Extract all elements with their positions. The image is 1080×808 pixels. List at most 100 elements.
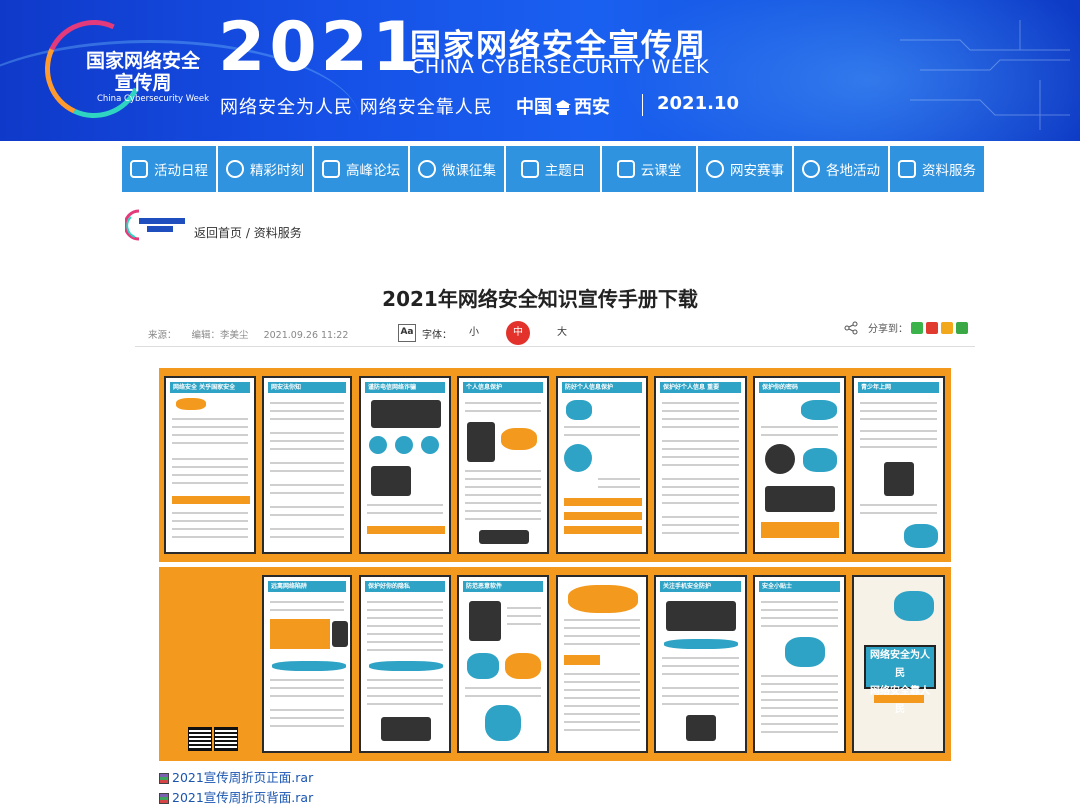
globe-icon (706, 160, 724, 178)
panel-graphic (479, 530, 529, 544)
panel-heading: 网络安全 关乎国家安全 (170, 382, 250, 393)
banner-location: 中国 西安 (516, 93, 610, 119)
panel-graphic (664, 639, 738, 649)
banner-slogan: 网络安全为人民 网络安全靠人民 (220, 97, 493, 118)
font-large-button[interactable]: 大 (550, 321, 574, 345)
nav-item-forum[interactable]: 高峰论坛 (314, 146, 408, 192)
download-item: 2021宣传周折页正面.rar (159, 768, 313, 788)
nav-label: 精彩时刻 (250, 163, 304, 179)
download-list: 2021宣传周折页正面.rar 2021宣传周折页背面.rar (159, 768, 313, 808)
share-icon[interactable] (844, 321, 858, 335)
back-slogan: 网络安全为人民 网络安全靠人民 (864, 645, 936, 715)
brochure-back-image: 远离网络陷阱 保护好你的隐私 防范恶意软件 关注手机安全防护 安全小贴士 网络安… (159, 567, 951, 761)
banner-year: 2021 (218, 8, 424, 87)
source-label: 来源： (148, 330, 177, 341)
brochure-panel (556, 575, 648, 753)
breadcrumb-home-link[interactable]: 返回首页 (194, 226, 242, 240)
panel-graphic (904, 524, 938, 548)
article-meta: 来源： 编辑：李美尘 2021.09.26 11:22 (148, 327, 360, 341)
panel-heading: 防范恶意软件 (463, 581, 543, 592)
panel-graphic (501, 428, 537, 450)
banner-divider (642, 94, 643, 116)
panel-heading: 保护你的密码 (759, 382, 840, 393)
panel-heading: 保护好你的隐私 (365, 581, 445, 592)
panel-graphic (785, 637, 825, 667)
brochure-panel: 谨防电信网络诈骗 (359, 376, 451, 554)
panel-graphic (505, 653, 541, 679)
panel-heading: 谨防电信网络诈骗 (365, 382, 445, 393)
panel-heading: 网安法你知 (268, 382, 346, 393)
brochure-panel: 青少年上网 (852, 376, 945, 554)
panel-graphic (564, 444, 592, 472)
breadcrumb-current-link[interactable]: 资料服务 (254, 226, 302, 240)
brochure-front-image: 网络安全 关乎国家安全 网安法你知 谨防电信网络诈骗 个人信息保护 防好个人信息… (159, 368, 951, 562)
brochure-panel: 网络安全 关乎国家安全 (164, 376, 256, 554)
nav-item-highlights[interactable]: 精彩时刻 (218, 146, 312, 192)
slogan-line1: 网络安全为人民 (870, 650, 930, 679)
brochure-panel: 防好个人信息保护 (556, 376, 648, 554)
circuit-lines-icon (900, 20, 1070, 130)
qr-code-icon (188, 727, 212, 751)
main-nav: 活动日程 精彩时刻 高峰论坛 微课征集 主题日 云课堂 网安赛事 各地活动 资料… (122, 146, 984, 192)
font-medium-button[interactable]: 中 (506, 321, 530, 345)
nav-item-resources[interactable]: 资料服务 (890, 146, 984, 192)
nav-item-local-events[interactable]: 各地活动 (794, 146, 888, 192)
qzone-share-icon[interactable] (941, 321, 953, 334)
panel-graphic (371, 400, 441, 428)
panel-graphic (801, 400, 837, 420)
nav-item-schedule[interactable]: 活动日程 (122, 146, 216, 192)
nav-label: 资料服务 (922, 163, 976, 179)
header-divider (135, 346, 975, 347)
page-title: 2021年网络安全知识宣传手册下载 (382, 287, 698, 311)
font-label: 字体： (422, 329, 452, 341)
brochure-panel: 保护你的密码 (753, 376, 846, 554)
panel-graphic (369, 436, 387, 454)
panel-graphic (176, 398, 206, 410)
download-item: 2021宣传周折页背面.rar (159, 788, 313, 808)
nav-item-cloud-class[interactable]: 云课堂 (602, 146, 696, 192)
chat-icon (322, 160, 340, 178)
lock-icon (520, 160, 539, 178)
nav-item-theme-day[interactable]: 主题日 (506, 146, 600, 192)
panel-graphic (332, 621, 348, 647)
panel-graphic (467, 422, 495, 462)
panel-heading: 远离网络陷阱 (268, 581, 346, 592)
nav-label: 云课堂 (640, 163, 682, 179)
lightbulb-icon (418, 160, 436, 178)
brochure-panel: 个人信息保护 (457, 376, 549, 554)
nav-label: 活动日程 (154, 163, 208, 179)
panel-graphic (765, 486, 835, 512)
clock-icon (226, 160, 244, 178)
panel-graphic (894, 591, 934, 621)
list-icon (898, 160, 916, 178)
weibo-share-icon[interactable] (926, 321, 938, 334)
logo-line1: 国家网络安全 (85, 50, 200, 72)
share-label: 分享到： (868, 324, 908, 335)
panel-graphic (469, 601, 501, 641)
wechat-share-icon[interactable] (911, 321, 923, 334)
banner-title-en: CHINA CYBERSECURITY WEEK (411, 56, 710, 78)
panel-heading: 关注手机安全防护 (660, 581, 741, 592)
panel-graphic (485, 705, 521, 741)
font-small-button[interactable]: 小 (462, 321, 486, 345)
rar-file-icon (159, 772, 169, 784)
panel-graphic (272, 661, 346, 671)
nav-item-microcourse[interactable]: 微课征集 (410, 146, 504, 192)
small-cyberweek-logo (125, 209, 185, 241)
brochure-panel: 保护好个人信息 重要 (654, 376, 747, 554)
douban-share-icon[interactable] (956, 321, 968, 334)
breadcrumb-separator: / (245, 226, 250, 240)
header-banner: 国家网络安全 宣传周 China Cybersecurity Week 2021… (0, 0, 1080, 141)
panel-heading: 保护好个人信息 重要 (660, 382, 741, 393)
nav-label: 高峰论坛 (346, 163, 400, 179)
editor-label: 编辑：李美尘 (191, 330, 249, 341)
panel-heading: 安全小贴士 (759, 581, 840, 592)
font-size-control: Aa 字体： 小 中 大 (398, 321, 584, 345)
logo-text: 国家网络安全 宣传周 (83, 50, 203, 94)
download-link-front[interactable]: 2021宣传周折页正面.rar (172, 768, 313, 788)
breadcrumb: 返回首页 / 资料服务 (194, 224, 302, 241)
calendar-icon (130, 160, 148, 178)
nav-item-competition[interactable]: 网安赛事 (698, 146, 792, 192)
download-link-back[interactable]: 2021宣传周折页背面.rar (172, 788, 313, 808)
panel-graphic (803, 448, 837, 472)
